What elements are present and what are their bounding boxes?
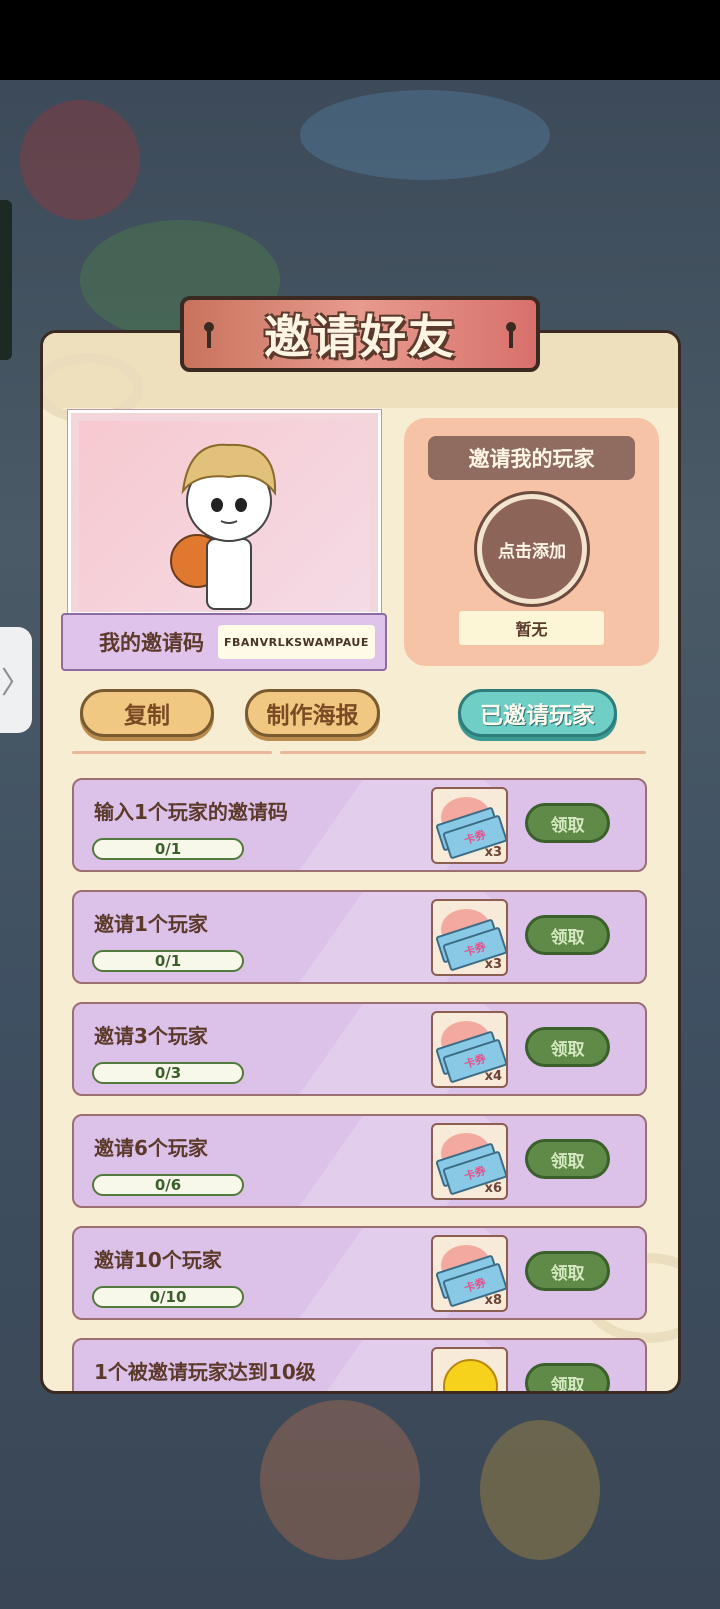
keyhole-icon: [506, 322, 516, 350]
copy-button[interactable]: 复制: [80, 689, 214, 737]
make-poster-button[interactable]: 制作海报: [245, 689, 380, 737]
bg-decoration: [480, 1420, 600, 1560]
task-clip: 1个被邀请玩家达到10级 领取: [43, 1335, 678, 1391]
reward-quantity: x8: [484, 1293, 502, 1308]
page-title: 邀请好友: [264, 310, 456, 364]
reward-slot: 卡券 x4: [431, 1011, 508, 1088]
bg-decoration: [20, 100, 140, 220]
screen: 〉 邀请好友 我的邀请码 FBANVRLKSWAMPAUE 邀请我的玩家 点击添…: [0, 0, 720, 1609]
keyhole-icon: [204, 322, 214, 350]
bg-decoration: [260, 1400, 420, 1560]
inviter-header: 邀请我的玩家: [428, 436, 635, 480]
claim-button[interactable]: 领取: [525, 1027, 610, 1067]
player-portrait: [67, 409, 382, 616]
divider: [280, 751, 646, 754]
task-row: 1个被邀请玩家达到10级 领取: [72, 1338, 647, 1391]
task-progress: 0/1: [92, 950, 244, 972]
reward-quantity: x6: [484, 1181, 502, 1196]
reward-slot: 卡券 x8: [431, 1235, 508, 1312]
task-title: 输入1个玩家的邀请码: [94, 800, 288, 824]
task-progress: 0/10: [92, 1286, 244, 1308]
bg-decoration: [300, 90, 550, 180]
reward-quantity: x4: [484, 1069, 502, 1084]
reward-slot: [431, 1347, 508, 1391]
coin-icon: [443, 1359, 498, 1391]
divider: [72, 751, 272, 754]
reward-slot: 卡券 x3: [431, 787, 508, 864]
claim-button[interactable]: 领取: [525, 1251, 610, 1291]
task-title: 邀请6个玩家: [94, 1136, 208, 1160]
task-row: 邀请1个玩家 0/1 卡券 x3 领取: [72, 890, 647, 984]
invite-code-bar: 我的邀请码 FBANVRLKSWAMPAUE: [61, 613, 387, 671]
task-progress: 0/6: [92, 1174, 244, 1196]
reward-slot: 卡券 x6: [431, 1123, 508, 1200]
chevron-right-icon: 〉: [1, 666, 31, 701]
side-strip: [0, 200, 12, 360]
avatar-character: [170, 443, 277, 610]
invite-code-label: 我的邀请码: [99, 631, 204, 655]
invite-code-value[interactable]: FBANVRLKSWAMPAUE: [218, 625, 375, 659]
task-progress: 0/3: [92, 1062, 244, 1084]
title-banner: 邀请好友: [180, 296, 540, 372]
task-row: 输入1个玩家的邀请码 0/1 卡券 x3 领取: [72, 778, 647, 872]
inviter-value: 暂无: [459, 611, 604, 645]
inviter-card: 邀请我的玩家 点击添加 暂无: [404, 418, 659, 666]
task-title: 邀请1个玩家: [94, 912, 208, 936]
add-inviter-button[interactable]: 点击添加: [474, 491, 590, 607]
claim-button[interactable]: 领取: [525, 915, 610, 955]
task-title: 邀请3个玩家: [94, 1024, 208, 1048]
reward-quantity: x3: [484, 845, 502, 860]
task-row: 邀请3个玩家 0/3 卡券 x4 领取: [72, 1002, 647, 1096]
task-progress: 0/1: [92, 838, 244, 860]
task-row: 邀请10个玩家 0/10 卡券 x8 领取: [72, 1226, 647, 1320]
task-title: 邀请10个玩家: [94, 1248, 222, 1272]
task-row: 邀请6个玩家 0/6 卡券 x6 领取: [72, 1114, 647, 1208]
task-title: 1个被邀请玩家达到10级: [94, 1360, 316, 1384]
reward-slot: 卡券 x3: [431, 899, 508, 976]
portrait-background: [79, 421, 370, 612]
status-bar: [0, 0, 720, 80]
claim-button[interactable]: 领取: [525, 803, 610, 843]
invited-players-button[interactable]: 已邀请玩家: [458, 689, 617, 737]
claim-button[interactable]: 领取: [525, 1139, 610, 1179]
side-expand-tab[interactable]: 〉: [0, 627, 32, 733]
reward-quantity: x3: [484, 957, 502, 972]
claim-button[interactable]: 领取: [525, 1363, 610, 1391]
